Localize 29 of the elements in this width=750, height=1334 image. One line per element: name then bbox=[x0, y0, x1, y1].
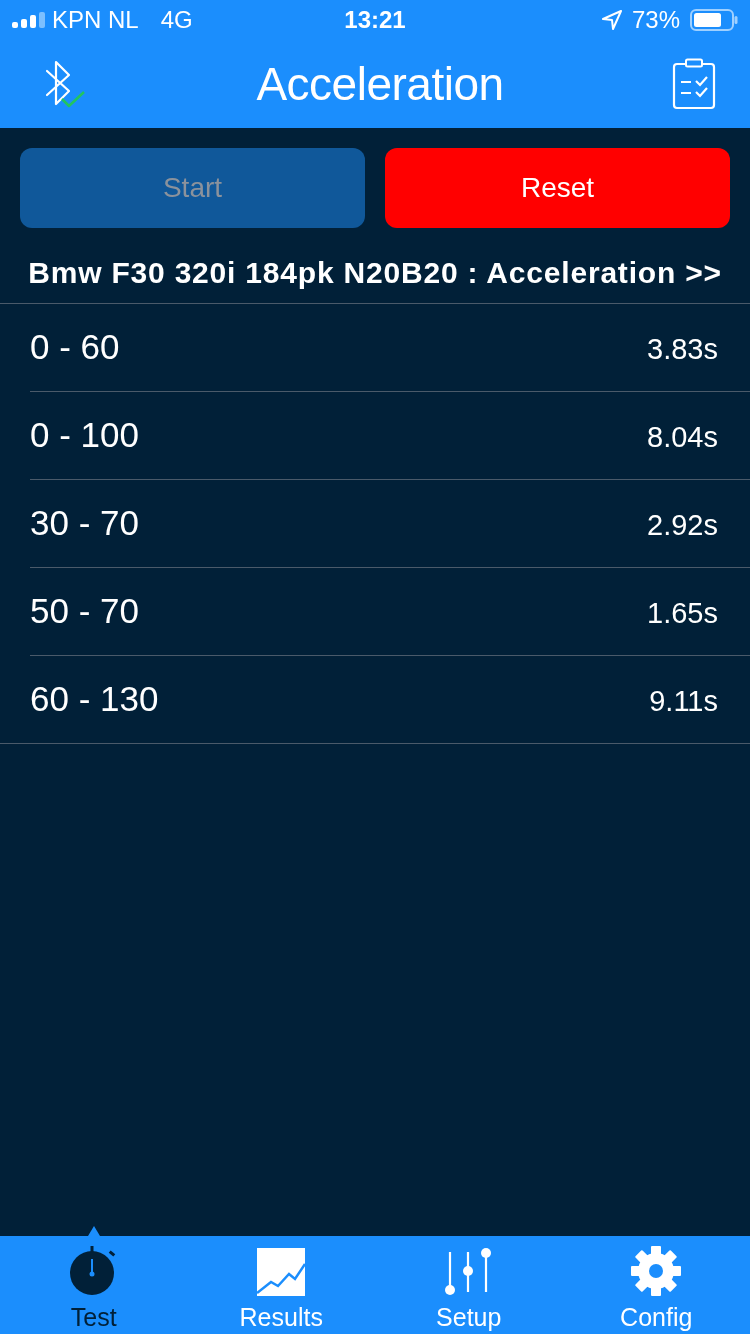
tab-button[interactable]: Config bbox=[562, 1236, 750, 1334]
carrier-name: KPN NL bbox=[52, 5, 139, 35]
sliders-icon bbox=[444, 1248, 493, 1296]
acceleration-time: 2.92s bbox=[647, 507, 718, 543]
speed-range: 30 - 70 bbox=[30, 502, 140, 545]
status-time: 13:21 bbox=[344, 5, 406, 35]
acceleration-time: 8.04s bbox=[647, 419, 718, 455]
speed-range: 0 - 60 bbox=[30, 326, 121, 369]
screen-title: Acceleration bbox=[256, 56, 504, 112]
speed-range: 60 - 130 bbox=[30, 678, 160, 721]
bluetooth-icon[interactable] bbox=[44, 58, 72, 108]
tab-button[interactable]: Setup bbox=[375, 1236, 563, 1334]
battery-icon bbox=[690, 9, 738, 31]
location-arrow-icon bbox=[601, 10, 622, 30]
speed-range: 0 - 100 bbox=[30, 414, 140, 457]
acceleration-time: 1.65s bbox=[647, 595, 718, 631]
profile-heading-link[interactable]: Bmw F30 320i 184pk N20B20 : Acceleration >> bbox=[28, 236, 722, 295]
signal-icon bbox=[12, 12, 46, 28]
settings-icon bbox=[631, 1246, 682, 1296]
speed-range: 50 - 70 bbox=[30, 590, 140, 633]
clipboard-checklist-icon[interactable] bbox=[672, 58, 716, 110]
battery-percentage: 73% bbox=[631, 5, 680, 35]
chart-icon bbox=[257, 1248, 306, 1296]
acceleration-time: 3.83s bbox=[647, 331, 718, 367]
tab-button[interactable]: Test bbox=[0, 1236, 188, 1334]
tab-button[interactable]: Results bbox=[187, 1236, 375, 1334]
action-button[interactable]: Reset bbox=[385, 148, 730, 228]
network-type: 4G bbox=[160, 5, 193, 35]
acceleration-time: 9.11s bbox=[649, 683, 718, 719]
